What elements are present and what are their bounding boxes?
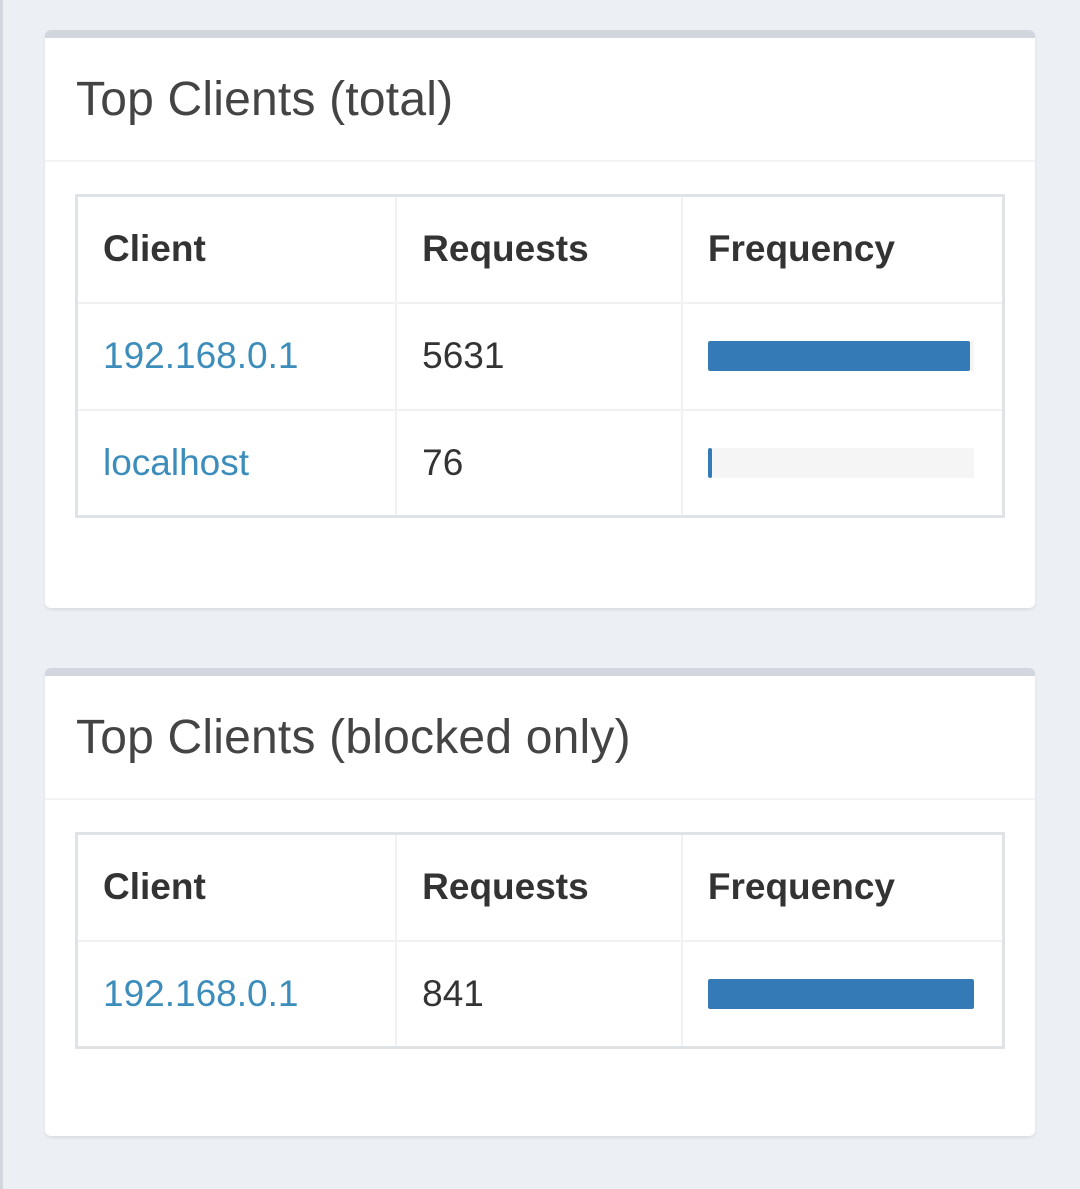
frequency-bar <box>707 447 712 478</box>
frequency-cell <box>680 301 1005 411</box>
requests-cell: 5631 <box>395 301 683 411</box>
table-row: localhost 76 <box>75 408 1005 518</box>
top-clients-blocked-table: Client Requests Frequency 192.168.0.1 84… <box>75 832 1005 1049</box>
client-link[interactable]: 192.168.0.1 <box>103 973 298 1014</box>
top-clients-blocked-panel: Top Clients (blocked only) Client Reques… <box>45 668 1035 1136</box>
top-clients-total-table: Client Requests Frequency 192.168.0.1 56… <box>75 194 1005 518</box>
client-cell: localhost <box>75 408 398 518</box>
column-header-client[interactable]: Client <box>75 194 398 304</box>
client-link[interactable]: localhost <box>103 442 249 483</box>
requests-cell: 76 <box>395 408 683 518</box>
top-clients-total-panel: Top Clients (total) Client Requests Freq… <box>45 30 1035 608</box>
table-row: 192.168.0.1 5631 <box>75 301 1005 411</box>
frequency-cell <box>680 408 1005 518</box>
client-cell: 192.168.0.1 <box>75 301 398 411</box>
column-header-requests[interactable]: Requests <box>395 194 683 304</box>
client-link[interactable]: 192.168.0.1 <box>103 335 298 376</box>
table-header-row: Client Requests Frequency <box>75 194 1005 304</box>
panel-title: Top Clients (total) <box>76 72 454 126</box>
frequency-cell <box>680 939 1005 1049</box>
frequency-bar-track <box>707 341 974 371</box>
panel-header: Top Clients (total) <box>45 38 1035 162</box>
frequency-bar-track <box>707 978 974 1009</box>
column-header-frequency[interactable]: Frequency <box>680 832 1005 942</box>
page-edge <box>0 0 3 1189</box>
panel-header: Top Clients (blocked only) <box>45 676 1035 800</box>
column-header-client[interactable]: Client <box>75 832 398 942</box>
frequency-bar <box>707 341 971 371</box>
table-header-row: Client Requests Frequency <box>75 832 1005 942</box>
panel-title: Top Clients (blocked only) <box>76 710 631 764</box>
client-cell: 192.168.0.1 <box>75 939 398 1049</box>
requests-cell: 841 <box>395 939 683 1049</box>
column-header-frequency[interactable]: Frequency <box>680 194 1005 304</box>
column-header-requests[interactable]: Requests <box>395 832 683 942</box>
frequency-bar-track <box>707 447 974 478</box>
frequency-bar <box>707 978 974 1009</box>
table-row: 192.168.0.1 841 <box>75 939 1005 1049</box>
